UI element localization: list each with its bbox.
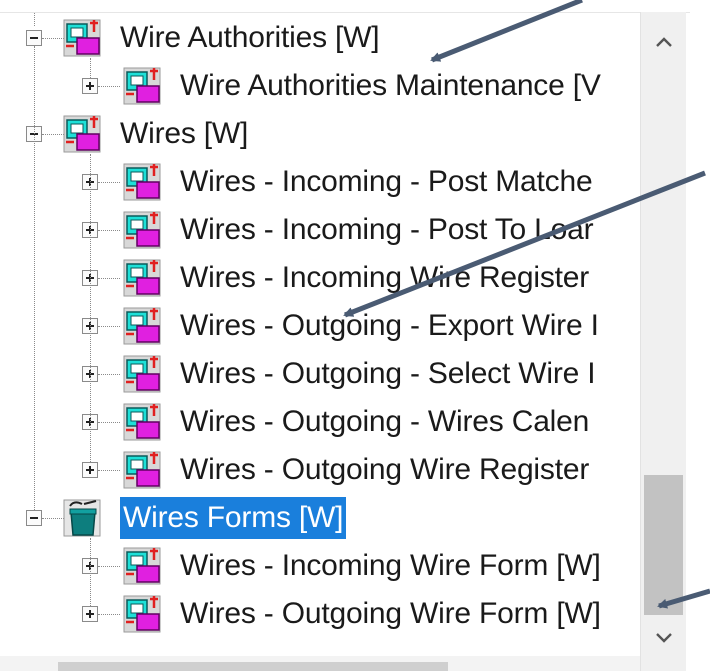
tree-group-0[interactable]: Wire Authorities [W] xyxy=(120,18,380,58)
tree-line xyxy=(90,538,91,606)
tree-item-label: Wires - Incoming - Post Matche xyxy=(180,165,593,198)
tree-line xyxy=(98,470,120,471)
vertical-scrollbar[interactable] xyxy=(640,12,686,671)
tree-group-2[interactable]: Wires Forms [W] xyxy=(120,497,347,539)
report-icon xyxy=(123,547,161,585)
tree-group-label: Wires Forms [W] xyxy=(120,497,347,539)
tree-item-label: Wires - Outgoing Wire Form [W] xyxy=(180,597,601,630)
tree-line xyxy=(90,154,91,462)
tree-line xyxy=(98,278,120,279)
report-icon xyxy=(123,259,161,297)
chevron-down-icon xyxy=(655,633,672,643)
report-icon xyxy=(123,67,161,105)
tree-line xyxy=(98,326,120,327)
report-icon xyxy=(123,355,161,393)
tree-item[interactable]: Wire Authorities Maintenance [V xyxy=(180,66,601,106)
tree-group-1[interactable]: Wires [W] xyxy=(120,114,248,154)
tree-line xyxy=(90,58,91,78)
tree-item[interactable]: Wires - Incoming - Post Matche xyxy=(180,162,593,202)
report-group-icon xyxy=(63,19,101,57)
tree-item[interactable]: Wires - Outgoing Wire Form [W] xyxy=(180,594,601,634)
tree-item-label: Wires - Outgoing - Export Wire I xyxy=(180,309,599,342)
report-icon xyxy=(123,451,161,489)
report-icon xyxy=(123,595,161,633)
tree-item[interactable]: Wires - Incoming Wire Register xyxy=(180,258,589,298)
report-icon xyxy=(123,211,161,249)
tree-item[interactable]: Wires - Outgoing Wire Register xyxy=(180,450,589,490)
tree-item[interactable]: Wires - Incoming Wire Form [W] xyxy=(180,546,601,586)
tree-line xyxy=(98,566,120,567)
scroll-thumb[interactable] xyxy=(644,475,683,615)
tree-line xyxy=(98,422,120,423)
expand-toggle[interactable] xyxy=(26,510,42,526)
tree-item-label: Wires - Incoming Wire Form [W] xyxy=(180,549,601,582)
tree-item-label: Wires - Incoming Wire Register xyxy=(180,261,590,294)
tree-item[interactable]: Wires - Outgoing - Wires Calen xyxy=(180,402,589,442)
chevron-up-icon xyxy=(655,37,672,47)
tree-item-label: Wires - Incoming - Post To Loar xyxy=(180,213,594,246)
report-icon xyxy=(123,163,161,201)
form-folder-icon xyxy=(63,499,101,537)
horizontal-scroll-thumb[interactable] xyxy=(58,662,448,671)
tree-line xyxy=(98,86,120,87)
scroll-down-button[interactable] xyxy=(641,618,686,658)
tree-item-label: Wires - Outgoing Wire Register xyxy=(180,453,590,486)
report-icon xyxy=(123,307,161,345)
tree-line xyxy=(42,518,64,519)
tree-group-label: Wires [W] xyxy=(120,117,249,150)
tree-item[interactable]: Wires - Outgoing - Select Wire I xyxy=(180,354,596,394)
tree-top-border xyxy=(0,0,690,13)
report-icon xyxy=(123,403,161,441)
tree-group-label: Wire Authorities [W] xyxy=(120,21,380,54)
tree-line xyxy=(42,134,64,135)
report-tree[interactable]: Wire Authorities [W] Wire Authorities Mai… xyxy=(0,0,640,671)
tree-line xyxy=(34,46,35,510)
tree-item-label: Wire Authorities Maintenance [V xyxy=(180,69,601,102)
tree-item[interactable]: Wires - Outgoing - Export Wire I xyxy=(180,306,599,346)
report-group-icon xyxy=(63,115,101,153)
expand-toggle[interactable] xyxy=(26,30,42,46)
tree-item-label: Wires - Outgoing - Wires Calen xyxy=(180,405,590,438)
tree-item-label: Wires - Outgoing - Select Wire I xyxy=(180,357,596,390)
tree-item[interactable]: Wires - Incoming - Post To Loar xyxy=(180,210,594,250)
tree-line xyxy=(98,374,120,375)
scroll-up-button[interactable] xyxy=(641,22,686,62)
tree-line xyxy=(98,230,120,231)
tree-line xyxy=(98,614,120,615)
expand-toggle[interactable] xyxy=(82,606,98,622)
expand-toggle[interactable] xyxy=(82,462,98,478)
expand-toggle[interactable] xyxy=(82,78,98,94)
tree-line xyxy=(98,182,120,183)
tree-line xyxy=(42,38,64,39)
